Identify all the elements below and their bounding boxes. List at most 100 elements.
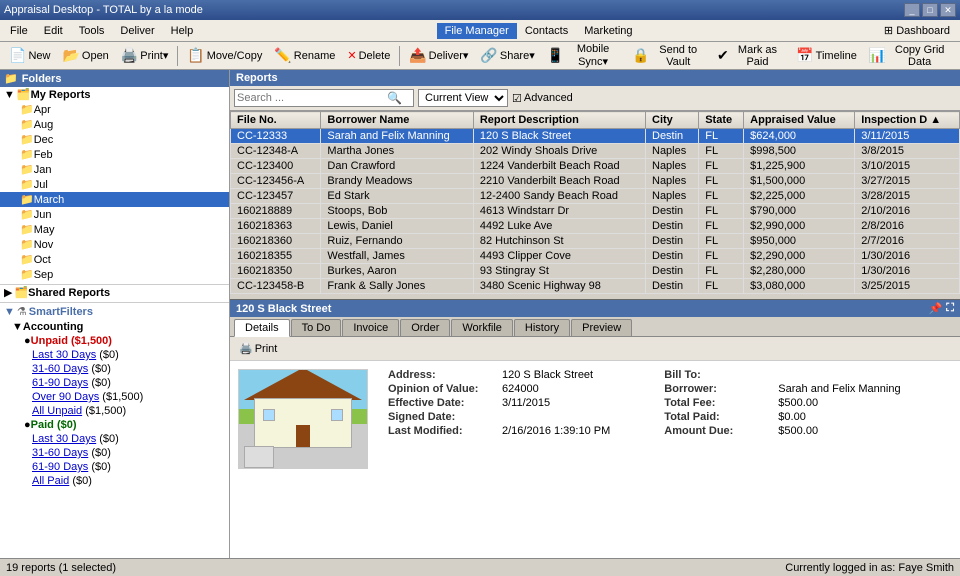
menu-dashboard[interactable]: ⊞ Dashboard [876, 22, 958, 39]
tab-details[interactable]: Details [234, 319, 290, 337]
copy-grid-data-button[interactable]: 📊Copy Grid Data [864, 41, 956, 71]
menu-file[interactable]: File [2, 23, 36, 39]
col-value[interactable]: Appraised Value [744, 112, 855, 129]
table-row[interactable]: CC-12348-AMartha Jones202 Windy Shoals D… [231, 144, 960, 159]
table-row[interactable]: CC-123456-ABrandy Meadows2210 Vanderbilt… [231, 174, 960, 189]
property-image [238, 369, 368, 469]
menu-marketing[interactable]: Marketing [576, 23, 640, 39]
delete-button[interactable]: ✕Delete [342, 46, 395, 65]
sidebar-item-aug[interactable]: 📁 Aug [0, 117, 229, 132]
all-paid[interactable]: All Paid ($0) [24, 474, 229, 488]
table-row[interactable]: 160218350Burkes, Aaron93 Stingray StDest… [231, 264, 960, 279]
tab-workfile[interactable]: Workfile [451, 319, 513, 336]
print-button[interactable]: 🖨️Print▾ [116, 44, 174, 67]
sidebar-item-nov[interactable]: 📁 Nov [0, 237, 229, 252]
menu-deliver[interactable]: Deliver [112, 23, 162, 39]
cell-city: Destin [646, 204, 699, 219]
sidebar-item-jul[interactable]: 📁 Jul [0, 177, 229, 192]
tab-todo[interactable]: To Do [291, 319, 342, 336]
shared-reports-node[interactable]: ▶ 🗂️ Shared Reports [0, 285, 229, 300]
sidebar-item-march[interactable]: 📁 March [0, 192, 229, 207]
sidebar-item-oct[interactable]: 📁 Oct [0, 252, 229, 267]
accounting-label[interactable]: ▼ Accounting [12, 320, 229, 334]
menu-contacts[interactable]: Contacts [517, 23, 576, 39]
expand-icon[interactable]: ⛶ [946, 302, 954, 315]
col-borrower[interactable]: Borrower Name [321, 112, 473, 129]
tab-history[interactable]: History [514, 319, 570, 336]
minimize-button[interactable]: _ [904, 3, 920, 17]
sidebar-item-jan[interactable]: 📁 Jan [0, 162, 229, 177]
deliver-button[interactable]: 📤Deliver▾ [404, 44, 473, 67]
open-button[interactable]: 📂Open [57, 44, 113, 67]
tab-preview[interactable]: Preview [571, 319, 632, 336]
sidebar-item-sep[interactable]: 📁 Sep [0, 267, 229, 282]
menu-tools[interactable]: Tools [71, 23, 113, 39]
menu-edit[interactable]: Edit [36, 23, 71, 39]
sidebar-item-dec[interactable]: 📁 Dec [0, 132, 229, 147]
table-row[interactable]: CC-123458-BFrank & Sally Jones3480 Sceni… [231, 279, 960, 294]
cell-description: 4613 Windstarr Dr [473, 204, 645, 219]
table-row[interactable]: CC-12333Sarah and Felix Manning120 S Bla… [231, 129, 960, 144]
last-30-unpaid[interactable]: Last 30 Days ($0) [24, 348, 229, 362]
61-90-paid[interactable]: 61-90 Days ($0) [24, 460, 229, 474]
tab-invoice[interactable]: Invoice [342, 319, 399, 336]
folder-icon: 📁 [20, 163, 34, 176]
col-description[interactable]: Report Description [473, 112, 645, 129]
maximize-button[interactable]: □ [922, 3, 938, 17]
table-row[interactable]: 160218889Stoops, Bob4613 Windstarr DrDes… [231, 204, 960, 219]
menu-help[interactable]: Help [163, 23, 202, 39]
table-row[interactable]: 160218355Westfall, James4493 Clipper Cov… [231, 249, 960, 264]
cell-date: 1/30/2016 [855, 249, 960, 264]
last-30-paid[interactable]: Last 30 Days ($0) [24, 432, 229, 446]
rename-button[interactable]: ✏️Rename [269, 44, 340, 67]
new-button[interactable]: 📄New [4, 44, 55, 67]
signed-label: Signed Date: [388, 411, 498, 423]
timeline-button[interactable]: 📅Timeline [791, 44, 862, 67]
over-90-unpaid[interactable]: Over 90 Days ($1,500) [24, 390, 229, 404]
smart-filters-header[interactable]: ▼ ⚗ SmartFilters [0, 303, 229, 320]
sidebar-item-apr[interactable]: 📁 Apr [0, 102, 229, 117]
sidebar-item-may[interactable]: 📁 May [0, 222, 229, 237]
detail-print-button[interactable]: 🖨️ Print [234, 339, 282, 358]
menu-file-manager[interactable]: File Manager [437, 23, 517, 39]
col-file-no[interactable]: File No. [231, 112, 321, 129]
reports-table-wrap[interactable]: File No. Borrower Name Report Descriptio… [230, 111, 960, 299]
all-unpaid[interactable]: All Unpaid ($1,500) [24, 404, 229, 418]
send-to-vault-button[interactable]: 🔒Send to Vault [627, 41, 710, 71]
table-row[interactable]: CC-123457Ed Stark12-2400 Sandy Beach Roa… [231, 189, 960, 204]
tab-order[interactable]: Order [400, 319, 450, 336]
table-row[interactable]: CC-123400Dan Crawford1224 Vanderbilt Bea… [231, 159, 960, 174]
paid-header[interactable]: ● Paid ($0) [24, 418, 229, 432]
61-90-unpaid[interactable]: 61-90 Days ($0) [24, 376, 229, 390]
total-paid-row: Total Paid: $0.00 [664, 411, 900, 423]
31-60-unpaid[interactable]: 31-60 Days ($0) [24, 362, 229, 376]
unpaid-header[interactable]: ● Unpaid ($1,500) [24, 334, 229, 348]
mark-as-paid-button[interactable]: ✔Mark as Paid [712, 41, 789, 71]
cell-state: FL [699, 279, 744, 294]
share-button[interactable]: 🔗Share▾ [475, 44, 539, 67]
col-city[interactable]: City [646, 112, 699, 129]
pin-icon[interactable]: 📌 [929, 302, 943, 315]
table-row[interactable]: 160218363Lewis, Daniel4492 Luke AveDesti… [231, 219, 960, 234]
col-state[interactable]: State [699, 112, 744, 129]
close-button[interactable]: ✕ [940, 3, 956, 17]
unpaid-label: Unpaid ($1,500) [31, 335, 112, 347]
detail-toolbar: 🖨️ Print [230, 337, 960, 361]
view-select[interactable]: Current View All Fields [418, 89, 508, 107]
sidebar-item-feb[interactable]: 📁 Feb [0, 147, 229, 162]
mobile-sync-button[interactable]: 📱Mobile Sync▾ [542, 40, 625, 71]
sidebar-item-jun[interactable]: 📁 Jun [0, 207, 229, 222]
31-60-paid[interactable]: 31-60 Days ($0) [24, 446, 229, 460]
table-row[interactable]: 160218360Ruiz, Fernando82 Hutchinson StD… [231, 234, 960, 249]
sidebar-scroll[interactable]: ▼ 🗂️ My Reports 📁 Apr 📁 Aug 📁 Dec 📁 Feb [0, 87, 229, 558]
search-input[interactable] [237, 92, 387, 104]
cell-state: FL [699, 144, 744, 159]
window-controls: _ □ ✕ [904, 3, 956, 17]
sidebar-label-jul: Jul [34, 179, 48, 191]
col-date[interactable]: Inspection D ▲ [855, 112, 960, 129]
advanced-button[interactable]: ☑ Advanced [512, 92, 573, 105]
move-copy-button[interactable]: 📋Move/Copy [182, 44, 267, 67]
my-reports-node[interactable]: ▼ 🗂️ My Reports [0, 87, 229, 102]
cell-state: FL [699, 129, 744, 144]
cell-value: $1,500,000 [744, 174, 855, 189]
